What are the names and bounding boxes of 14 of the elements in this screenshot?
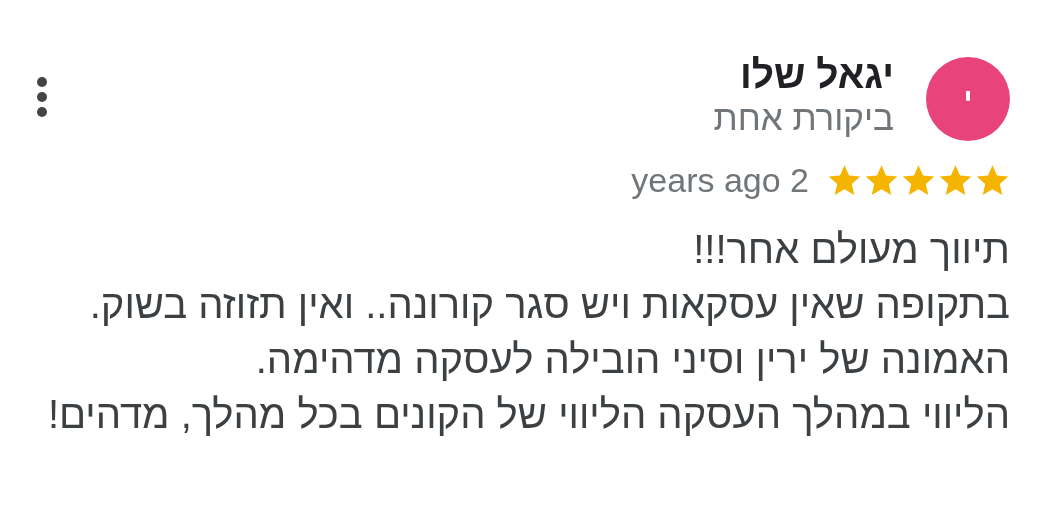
review-text: האמונה של ירין וסיני הובילה לעסקה מדהימה. — [254, 336, 1010, 383]
review-text: בתקופה שאין עסקאות ויש סגר קורונה.. ואין תזוזה בשוק. — [88, 281, 1010, 328]
avatar: י — [926, 57, 1010, 141]
star-icon — [938, 163, 973, 198]
more-options-icon[interactable] — [36, 77, 48, 117]
review-text: הליווי במהלך העסקה הליווי של הקונים בכל מהלך, מדהים! — [46, 391, 1010, 438]
star-icon — [827, 163, 862, 198]
review-text: תיווך מעולם אחר!!! — [692, 226, 1010, 273]
review-count: ביקורת אחת — [713, 97, 894, 139]
star-icon — [864, 163, 899, 198]
review-time: years ago 2 — [631, 161, 809, 200]
author-name[interactable]: יגאל שלו — [713, 53, 894, 97]
star-icon — [975, 163, 1010, 198]
star-icon — [901, 163, 936, 198]
